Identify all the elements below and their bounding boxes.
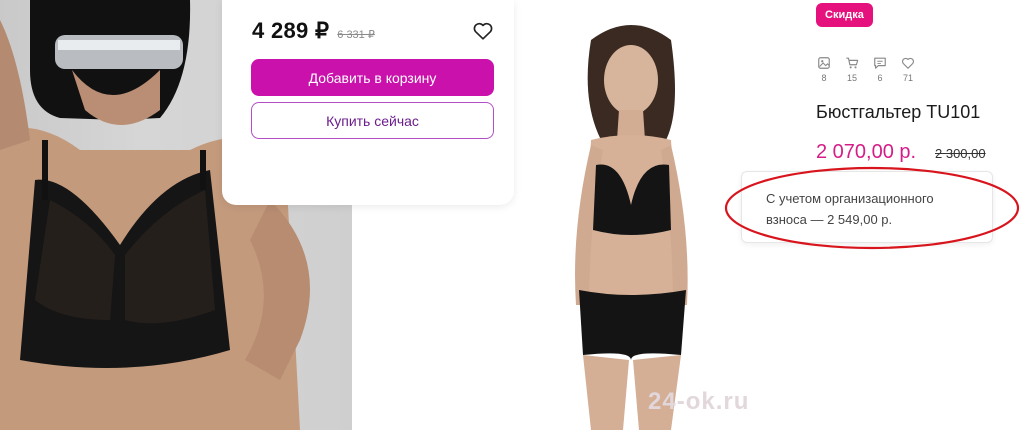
discount-badge: Скидка — [816, 3, 873, 27]
buy-now-button[interactable]: Купить сейчас — [251, 102, 494, 139]
photo-icon — [818, 57, 830, 69]
current-price: 4 289 ₽ — [252, 18, 330, 43]
fee-note-line2: взноса — 2 549,00 р. — [766, 212, 893, 227]
cart-icon — [846, 57, 859, 69]
stat-orders[interactable]: 15 — [844, 56, 860, 83]
product-old-price: 2 300,00 — [935, 146, 986, 161]
fee-tooltip: С учетом организационного взноса — 2 549… — [741, 171, 993, 243]
model-illustration-right — [575, 25, 688, 430]
comment-icon — [874, 57, 886, 69]
heart-icon — [902, 57, 914, 69]
stat-photos[interactable]: 8 — [816, 56, 832, 83]
old-price: 6 331 ₽ — [337, 29, 375, 41]
product-title: Бюстгальтер TU101 — [816, 102, 981, 122]
product-price: 2 070,00 р. — [816, 141, 917, 163]
buy-card: 4 289 ₽ 6 331 ₽ Добавить в корзину Купит… — [222, 0, 514, 205]
stat-count: 15 — [846, 73, 857, 83]
stat-count: 8 — [821, 73, 827, 83]
fee-note-line1: С учетом организационного — [766, 191, 934, 206]
heart-icon[interactable] — [472, 20, 494, 42]
stat-count: 71 — [902, 73, 913, 83]
stat-comments[interactable]: 6 — [872, 56, 888, 83]
add-to-cart-button[interactable]: Добавить в корзину — [251, 59, 494, 96]
stat-favorites[interactable]: 71 — [900, 56, 916, 83]
price-row: 4 289 ₽ 6 331 ₽ — [252, 18, 375, 44]
product-photo-right — [521, 0, 737, 430]
stat-count: 6 — [877, 73, 883, 83]
product-stats: 8 15 6 71 — [816, 56, 916, 83]
watermark-text: 24-ok.ru — [648, 388, 750, 415]
